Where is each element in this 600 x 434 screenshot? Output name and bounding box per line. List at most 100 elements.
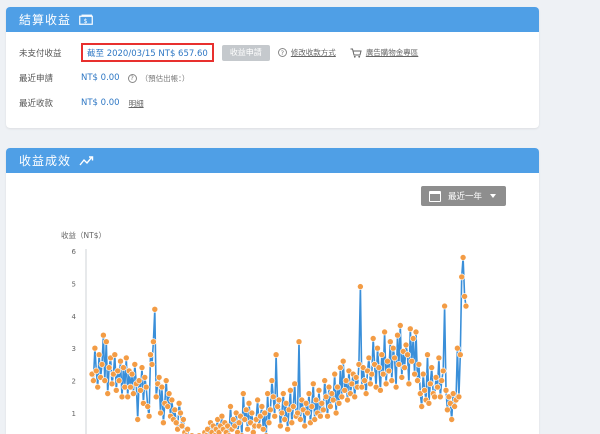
data-point[interactable] xyxy=(321,377,329,384)
data-point[interactable] xyxy=(374,344,381,352)
data-point[interactable] xyxy=(287,387,294,394)
data-point[interactable] xyxy=(94,383,101,391)
data-point[interactable] xyxy=(409,335,417,342)
data-point[interactable] xyxy=(335,400,343,407)
data-point[interactable] xyxy=(389,344,397,352)
data-point[interactable] xyxy=(398,374,406,381)
data-point[interactable] xyxy=(339,357,347,365)
data-point[interactable] xyxy=(327,403,334,410)
data-point[interactable] xyxy=(424,351,431,358)
data-point[interactable] xyxy=(402,341,410,349)
data-point[interactable] xyxy=(160,419,167,427)
data-point[interactable] xyxy=(386,338,394,345)
data-point[interactable] xyxy=(385,367,393,375)
data-point[interactable] xyxy=(458,273,466,281)
data-point[interactable] xyxy=(332,409,340,417)
data-point[interactable] xyxy=(279,390,287,397)
data-point[interactable] xyxy=(162,377,170,384)
data-point[interactable] xyxy=(108,380,116,388)
data-point[interactable] xyxy=(378,351,386,358)
data-point[interactable] xyxy=(150,338,157,345)
data-point[interactable] xyxy=(312,396,320,404)
data-point[interactable] xyxy=(369,335,377,342)
data-point[interactable] xyxy=(105,364,113,371)
data-point[interactable] xyxy=(118,393,126,401)
data-point[interactable] xyxy=(264,390,271,397)
data-point[interactable] xyxy=(368,370,376,378)
data-point[interactable] xyxy=(395,361,403,368)
data-point[interactable] xyxy=(135,377,143,384)
data-point[interactable] xyxy=(93,367,100,375)
data-point[interactable] xyxy=(124,393,131,401)
apply-button[interactable]: 收益申請 xyxy=(221,44,270,61)
data-point[interactable] xyxy=(328,390,336,397)
data-point[interactable] xyxy=(90,377,97,384)
data-point[interactable] xyxy=(305,390,313,397)
data-point[interactable] xyxy=(308,403,316,410)
data-point[interactable] xyxy=(381,328,388,336)
data-point[interactable] xyxy=(241,416,248,423)
data-point[interactable] xyxy=(461,293,468,300)
data-point[interactable] xyxy=(101,377,109,384)
data-point[interactable] xyxy=(442,387,450,394)
data-point[interactable] xyxy=(100,331,107,339)
data-point[interactable] xyxy=(361,377,368,384)
data-point[interactable] xyxy=(274,403,281,410)
data-point[interactable] xyxy=(177,409,184,417)
data-point[interactable] xyxy=(414,377,421,384)
data-point[interactable] xyxy=(142,383,150,391)
data-point[interactable] xyxy=(428,364,436,371)
data-point[interactable] xyxy=(329,396,337,404)
data-point[interactable] xyxy=(245,400,253,407)
data-point[interactable] xyxy=(113,387,120,394)
data-point[interactable] xyxy=(275,396,283,404)
data-point[interactable] xyxy=(365,354,373,362)
data-point[interactable] xyxy=(318,400,326,407)
data-point[interactable] xyxy=(391,354,398,362)
data-point[interactable] xyxy=(144,403,151,410)
data-point[interactable] xyxy=(155,374,163,381)
data-point[interactable] xyxy=(278,409,286,417)
data-point[interactable] xyxy=(341,387,349,394)
data-point[interactable] xyxy=(148,361,156,368)
data-point[interactable] xyxy=(441,302,448,310)
data-point[interactable] xyxy=(171,406,179,414)
data-point[interactable] xyxy=(250,429,257,434)
data-point[interactable] xyxy=(421,387,428,394)
data-point[interactable] xyxy=(121,383,129,391)
detail-link[interactable]: 明細 xyxy=(129,98,144,109)
data-point[interactable] xyxy=(157,409,164,417)
data-point[interactable] xyxy=(435,354,443,362)
data-point[interactable] xyxy=(128,370,136,378)
data-point[interactable] xyxy=(301,422,309,430)
data-point[interactable] xyxy=(152,393,160,401)
data-point[interactable] xyxy=(351,393,359,401)
data-point[interactable] xyxy=(134,416,141,423)
data-point[interactable] xyxy=(431,393,438,401)
data-point[interactable] xyxy=(282,400,290,407)
data-point[interactable] xyxy=(367,380,374,388)
data-point[interactable] xyxy=(147,351,154,358)
data-point[interactable] xyxy=(344,396,351,404)
data-point[interactable] xyxy=(348,380,356,388)
data-point[interactable] xyxy=(448,416,456,423)
data-point[interactable] xyxy=(411,370,418,378)
data-point[interactable] xyxy=(95,351,103,358)
data-point[interactable] xyxy=(302,400,310,407)
data-point[interactable] xyxy=(281,416,289,423)
data-point[interactable] xyxy=(456,351,464,358)
data-point[interactable] xyxy=(309,380,317,388)
help-icon[interactable]: ? xyxy=(127,73,137,83)
data-point[interactable] xyxy=(178,422,186,430)
data-point[interactable] xyxy=(439,367,447,375)
data-point[interactable] xyxy=(261,409,269,417)
data-point[interactable] xyxy=(259,425,267,433)
data-point[interactable] xyxy=(377,387,384,394)
data-point[interactable] xyxy=(123,354,130,362)
data-point[interactable] xyxy=(352,374,360,381)
data-point[interactable] xyxy=(459,254,467,261)
data-point[interactable] xyxy=(419,370,427,378)
data-point[interactable] xyxy=(319,406,327,414)
data-point[interactable] xyxy=(325,383,333,391)
data-point[interactable] xyxy=(415,361,423,368)
